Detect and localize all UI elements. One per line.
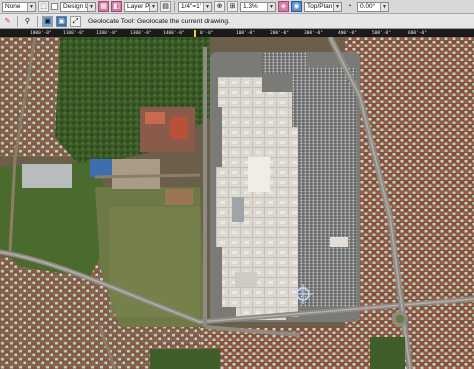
stack-icon[interactable]: ◧ <box>111 1 122 12</box>
view-value: Top/Plan <box>307 3 333 10</box>
horizontal-ruler[interactable]: 1000'-0" 1100'-0" 1200'-0" 1300'-0" 1400… <box>0 30 474 37</box>
ruler-label: 0'-0" <box>200 31 214 36</box>
level-icon[interactable]: ⬚ <box>38 1 49 12</box>
chevron-down-icon: ▼ <box>333 2 341 11</box>
ruler-label: 1100'-0" <box>63 31 85 36</box>
globe-icon[interactable]: ◉ <box>291 1 302 12</box>
zoom-value: 1.3% <box>243 3 258 10</box>
design-layer-dropdown[interactable]: Design Lv ▼ <box>60 1 96 12</box>
aerial-image <box>0 37 474 369</box>
geolocate-tool-icon[interactable]: ▣ <box>56 15 67 27</box>
ruler-label: 1000'-0" <box>30 31 52 36</box>
chevron-down-icon: ▼ <box>149 2 157 11</box>
layer-dropdown-value: Layer Pt <box>127 3 152 10</box>
class-icon[interactable]: ▤ <box>160 1 171 12</box>
scale-value: 1/4"=1' <box>181 3 201 10</box>
chevron-down-icon: ▼ <box>87 2 95 11</box>
ruler-label: 600'-0" <box>408 31 427 36</box>
toolbar-divider <box>37 15 38 27</box>
layers-icon[interactable]: ▦ <box>98 1 109 12</box>
fit-icon[interactable]: ⊞ <box>227 1 238 12</box>
camera-icon[interactable]: ▣ <box>42 15 53 27</box>
ruler-cursor-marker <box>194 30 196 37</box>
toolbar-divider <box>17 15 18 27</box>
ruler-label: 1400'-0" <box>163 31 185 36</box>
ruler-label: 1300'-0" <box>130 31 152 36</box>
view-dropdown[interactable]: Top/Plan ▼ <box>304 1 342 12</box>
render-icon[interactable]: ◈ <box>278 1 289 12</box>
angle-field[interactable]: 0.00° ▼ <box>357 1 389 12</box>
ruler-label: 300'-0" <box>304 31 323 36</box>
angle-value: 0.00° <box>360 3 376 10</box>
ruler-label: 1200'-0" <box>96 31 118 36</box>
tool-bar: ✎ ⚲ ▣ ▣ ⤢ Geolocate Tool: Geolocate the … <box>0 14 474 29</box>
chevron-down-icon: ▼ <box>380 2 388 11</box>
level-dropdown[interactable]: None ▼ <box>2 1 36 12</box>
angle-icon[interactable]: ◔ <box>344 1 355 12</box>
tool-status-text: Geolocate Tool: Geolocate the current dr… <box>88 17 230 25</box>
magnifier-icon[interactable]: ⚲ <box>22 16 33 27</box>
flyover-icon[interactable]: ⤢ <box>70 15 81 27</box>
view-toolbar: None ▼ ⬚ Design Lv ▼ ▦ ◧ Layer Pt ▼ ▤ 1/… <box>0 0 474 14</box>
scale-dropdown[interactable]: 1/4"=1' ▼ <box>178 1 212 12</box>
ruler-label: 100'-0" <box>236 31 255 36</box>
toolbar-divider <box>174 1 175 12</box>
ruler-label: 400'-0" <box>338 31 357 36</box>
zoom-dropdown[interactable]: 1.3% ▼ <box>240 1 276 12</box>
chevron-down-icon: ▼ <box>267 2 275 11</box>
level-dropdown-value: None <box>5 3 21 10</box>
drawing-canvas[interactable] <box>0 37 474 369</box>
pushpin-icon[interactable]: ✎ <box>2 16 13 27</box>
chevron-down-icon: ▼ <box>203 2 211 11</box>
checkbox-icon[interactable] <box>51 3 58 10</box>
ruler-label: 500'-0" <box>372 31 391 36</box>
zoom-icon[interactable]: ⊕ <box>214 1 225 12</box>
layer-dropdown[interactable]: Layer Pt ▼ <box>124 1 158 12</box>
chevron-down-icon: ▼ <box>27 2 35 11</box>
ruler-label: 200'-0" <box>270 31 289 36</box>
